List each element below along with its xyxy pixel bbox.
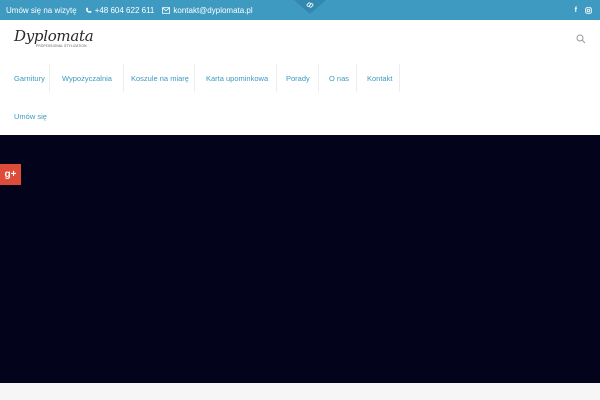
- email-address: kontakt@dyplomata.pl: [173, 5, 253, 15]
- site-header: Dyplomata PROFESSIONAL STYLIZATION: [0, 20, 600, 60]
- phone-icon: [85, 7, 91, 13]
- appointment-link[interactable]: Umów się na wizytę: [6, 6, 77, 15]
- nav-item-koszule-na-miare[interactable]: Koszule na miarę: [131, 60, 189, 96]
- logo-wordmark: Dyplomata: [14, 27, 94, 45]
- nav-separator: [399, 64, 400, 92]
- content-strip: [0, 383, 600, 400]
- nav-item-kontakt[interactable]: Kontakt: [367, 60, 392, 96]
- link-icon: [306, 2, 314, 8]
- facebook-icon[interactable]: f: [575, 7, 577, 14]
- hero-slider[interactable]: [0, 135, 600, 383]
- search-icon[interactable]: [576, 34, 586, 44]
- nav-item-porady[interactable]: Porady: [286, 60, 310, 96]
- instagram-icon[interactable]: [585, 6, 592, 14]
- nav-item-garnitury[interactable]: Garnitury: [14, 60, 45, 96]
- envelope-icon: [162, 6, 171, 14]
- topbar-toggle-tab[interactable]: [294, 0, 326, 14]
- nav-item-wypozyczalnia[interactable]: Wypożyczalnia: [62, 60, 112, 96]
- nav-separator: [356, 64, 357, 92]
- nav-item-umow-sie[interactable]: Umów się: [14, 98, 47, 134]
- top-bar-contacts: Umów się na wizytę +48 604 622 611 konta…: [6, 0, 253, 20]
- nav-item-o-nas[interactable]: O nas: [329, 60, 349, 96]
- google-plus-share-button[interactable]: g+: [0, 164, 21, 185]
- logo-tagline: PROFESSIONAL STYLIZATION: [36, 44, 87, 48]
- nav-separator: [318, 64, 319, 92]
- main-nav: Garnitury Wypożyczalnia Koszule na miarę…: [0, 60, 600, 135]
- site-logo[interactable]: Dyplomata PROFESSIONAL STYLIZATION: [14, 27, 94, 51]
- email-link[interactable]: kontakt@dyplomata.pl: [162, 5, 253, 15]
- nav-separator: [49, 64, 50, 92]
- nav-separator: [276, 64, 277, 92]
- google-plus-icon: g+: [4, 169, 17, 180]
- phone-link[interactable]: +48 604 622 611: [85, 5, 155, 15]
- social-links: f: [575, 0, 592, 20]
- nav-separator: [194, 64, 195, 92]
- phone-number: +48 604 622 611: [94, 5, 155, 15]
- nav-separator: [123, 64, 124, 92]
- nav-item-karta-upominkowa[interactable]: Karta upominkowa: [206, 60, 268, 96]
- top-bar: Umów się na wizytę +48 604 622 611 konta…: [0, 0, 600, 20]
